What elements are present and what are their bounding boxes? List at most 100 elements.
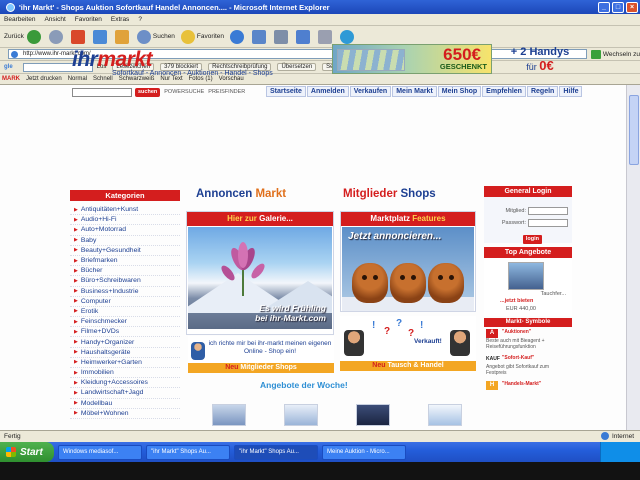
category-item[interactable]: ▶ Business+Industrie: [70, 287, 180, 297]
pricefinder-link[interactable]: PREISFINDER: [208, 89, 245, 95]
cash-promo-banner[interactable]: 650€ GESCHENKT: [332, 44, 492, 74]
category-item[interactable]: ▶ Auto+Motorrad: [70, 225, 180, 236]
forward-button[interactable]: [48, 29, 65, 44]
marktplatz-banner-header: Marktplatz Features: [341, 212, 475, 226]
category-item[interactable]: ▶ Möbel+Wohnen: [70, 409, 180, 419]
stop-button[interactable]: [70, 29, 87, 44]
category-item[interactable]: ▶ Baby: [70, 236, 180, 246]
menu-item-favorites[interactable]: Favoriten: [75, 16, 102, 23]
menu-item-help[interactable]: ?: [138, 16, 142, 23]
taskbar-item-browser-1[interactable]: "ihr Markt" Shops Au...: [146, 444, 230, 460]
messenger-button[interactable]: [340, 29, 356, 44]
nav-tab-home[interactable]: Startseite: [266, 86, 306, 97]
scrollbar-thumb[interactable]: [629, 95, 639, 165]
site-logo[interactable]: ihrmarkt: [72, 48, 153, 72]
category-item[interactable]: ▶ Computer: [70, 297, 180, 307]
taskbar-item-auction[interactable]: Meine Auktion - Micro...: [322, 444, 406, 460]
category-item[interactable]: ▶ Antiquitäten+Kunst: [70, 205, 180, 216]
category-item[interactable]: ▶ Landwirtschaft+Jagd: [70, 388, 180, 399]
category-item[interactable]: ▶ Briefmarken: [70, 256, 180, 267]
favorites-button[interactable]: Favoriten: [180, 29, 224, 44]
site-search-button[interactable]: suchen: [135, 87, 161, 97]
system-tray[interactable]: [600, 442, 640, 462]
category-item[interactable]: ▶ Erotik: [70, 307, 180, 318]
password-input[interactable]: [528, 219, 568, 227]
print-normal-button[interactable]: Normal: [68, 76, 87, 82]
minimize-button[interactable]: _: [598, 1, 610, 13]
category-item[interactable]: ▶ Immobilien: [70, 368, 180, 379]
window-title-bar[interactable]: 'ihr Markt' - Shops Auktion Sofortkauf H…: [0, 0, 640, 14]
vertical-scrollbar[interactable]: [626, 85, 640, 430]
mitglieder-shops-heading[interactable]: Mitglieder Shops: [343, 188, 436, 200]
offer-thumbnail[interactable]: [284, 404, 318, 426]
category-item[interactable]: ▶ Büro+Schreibwaren: [70, 276, 180, 287]
category-label: Heimwerker+Garten: [80, 358, 142, 366]
offer-thumbnail[interactable]: [428, 404, 462, 426]
nav-tab-help[interactable]: Hilfe: [559, 86, 583, 97]
category-item[interactable]: ▶ Heimwerker+Garten: [70, 358, 180, 368]
member-shops-strip[interactable]: Neu Mitglieder Shops: [188, 363, 334, 373]
powersearch-link[interactable]: POWERSUCHE: [164, 89, 204, 95]
category-item[interactable]: ▶ Feinschmecker: [70, 317, 180, 328]
category-item[interactable]: ▶ Audio+Hi-Fi: [70, 215, 180, 226]
menu-item-tools[interactable]: Extras: [111, 16, 129, 23]
status-text: Fertig: [4, 433, 21, 440]
discuss-button[interactable]: [318, 29, 334, 44]
category-item[interactable]: ▶ Beauty+Gesundheit: [70, 246, 180, 256]
search-button-label: Suchen: [152, 33, 175, 40]
menu-item-view[interactable]: Ansicht: [44, 16, 65, 23]
handy-promo[interactable]: + 2 Handys für 0€: [498, 46, 582, 73]
marktplatz-banner[interactable]: Marktplatz Features Jetzt annoncieren...: [340, 211, 476, 312]
start-button[interactable]: Start: [0, 442, 54, 462]
mail-button[interactable]: [252, 29, 268, 44]
go-button[interactable]: Wechseln zu: [603, 51, 640, 58]
login-button[interactable]: login: [522, 235, 542, 244]
nav-tab-recommend[interactable]: Empfehlen: [482, 86, 526, 97]
history-button[interactable]: [230, 29, 246, 44]
gallery-banner[interactable]: Hier zur Galerie... Es wird Frühling bei…: [186, 211, 334, 335]
taskbar-item-browser-2[interactable]: "ihr Markt" Shops Au...: [234, 444, 318, 460]
back-button[interactable]: Zurück: [4, 29, 43, 44]
category-item[interactable]: ▶ Bücher: [70, 266, 180, 277]
print-button[interactable]: [274, 29, 290, 44]
category-item[interactable]: ▶ Haushaltsgeräte: [70, 348, 180, 358]
nav-tab-my-shop[interactable]: Mein Shop: [437, 86, 482, 97]
tausch-handel-strip[interactable]: Neu Tausch & Handel: [340, 361, 476, 371]
category-label: Büro+Schreibwaren: [80, 277, 141, 285]
offer-thumbnail[interactable]: [212, 404, 246, 426]
site-search-input[interactable]: [72, 87, 132, 97]
bullet-arrow-icon: ▶: [74, 379, 78, 386]
category-item[interactable]: ▶ Modellbau: [70, 399, 180, 409]
category-item[interactable]: ▶ Handy+Organizer: [70, 337, 180, 348]
print-fast-button[interactable]: Schnell: [93, 76, 113, 82]
top-offer[interactable]: Tauchfer... ...jetzt bieten EUR 440,00: [484, 258, 572, 316]
maximize-button[interactable]: □: [612, 1, 624, 13]
nav-tab-login[interactable]: Anmelden: [306, 86, 349, 97]
nav-tab-sell[interactable]: Verkaufen: [349, 86, 392, 97]
menu-item-edit[interactable]: Bearbeiten: [4, 16, 35, 23]
go-arrow-icon[interactable]: [590, 49, 601, 59]
edit-button[interactable]: [296, 29, 312, 44]
top-offer-bid-link[interactable]: ...jetzt bieten: [500, 298, 533, 304]
category-item[interactable]: ▶ Filme+DVDs: [70, 327, 180, 338]
member-input[interactable]: [528, 207, 568, 215]
bullet-arrow-icon: ▶: [74, 339, 78, 346]
offer-thumbnail[interactable]: [356, 404, 390, 426]
discuss-icon: [318, 29, 333, 44]
tausch-handel-promo[interactable]: ! ? ? ? ! Verkauft!: [340, 316, 476, 362]
annoncen-markt-heading[interactable]: Annoncen Markt: [196, 188, 286, 200]
nav-tab-my-market[interactable]: Mein Markt: [392, 86, 437, 97]
promo-handys-for: für: [526, 62, 537, 72]
home-button[interactable]: [114, 29, 131, 44]
member-shop-promo[interactable]: ich richte mir bei ihr-markt meinen eige…: [188, 336, 334, 366]
print-now-button[interactable]: Jetzt drucken: [26, 76, 62, 82]
category-item[interactable]: ▶ Kleidung+Accessoires: [70, 378, 180, 389]
close-button[interactable]: ×: [626, 1, 638, 13]
nav-tab-rules[interactable]: Regeln: [526, 86, 559, 97]
taskbar-item-media[interactable]: Windows mediasof...: [58, 444, 142, 460]
buy-now-symbol-icon: KAUF: [486, 355, 500, 364]
google-translate[interactable]: Übersetzen: [277, 63, 317, 71]
category-label: Feinschmecker: [80, 318, 127, 326]
search-button[interactable]: Suchen: [136, 29, 175, 44]
refresh-button[interactable]: [92, 29, 109, 44]
